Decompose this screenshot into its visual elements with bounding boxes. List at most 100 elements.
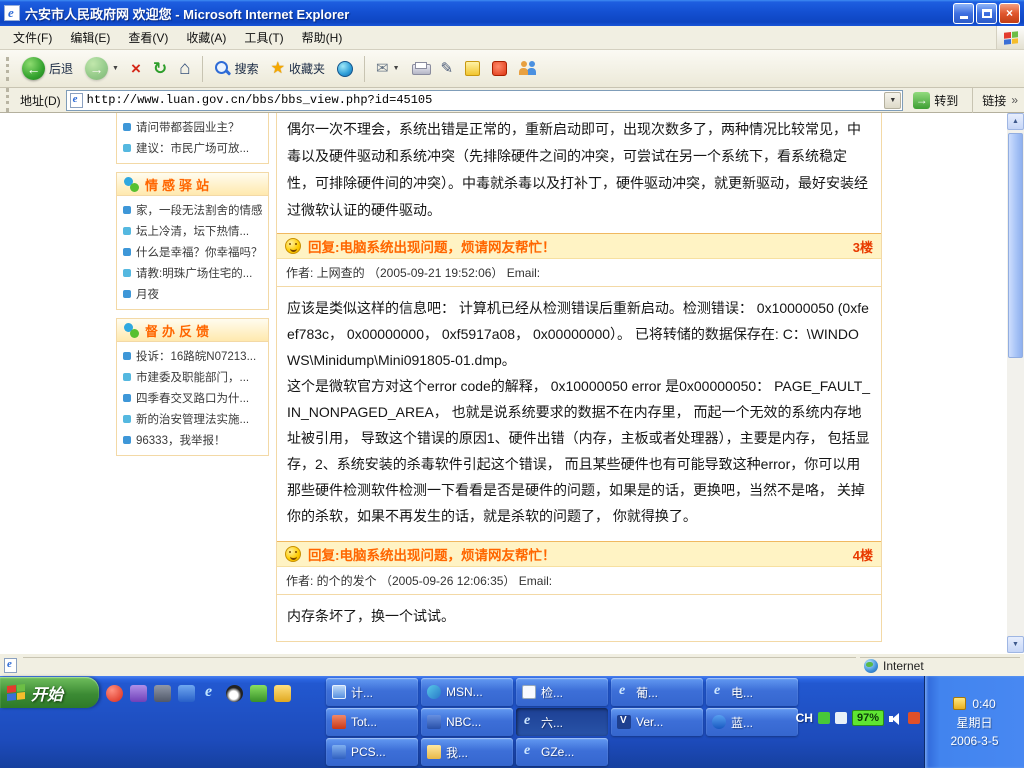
close-icon: ×: [1006, 6, 1013, 20]
quicklaunch-media-icon[interactable]: [154, 685, 171, 702]
messenger-button[interactable]: [460, 58, 485, 79]
quicklaunch-messenger-icon[interactable]: [178, 685, 195, 702]
quicklaunch-app-icon[interactable]: [130, 685, 147, 702]
scroll-up-button[interactable]: ▲: [1007, 113, 1024, 130]
mail-dropdown-icon[interactable]: ▼: [393, 65, 400, 72]
sidebar-topic-link[interactable]: 市建委及职能部门，...: [117, 366, 268, 387]
sidebar-section-feedback[interactable]: 督办反馈: [116, 318, 269, 342]
sidebar-topic-link[interactable]: 坛上冷清，坛下热情...: [117, 220, 268, 241]
home-button[interactable]: ⌂: [174, 56, 195, 81]
sidebar-topic-link[interactable]: 请问带都荟园业主？: [117, 116, 268, 137]
taskbar-button-5[interactable]: Tot...: [326, 708, 418, 736]
vertical-scrollbar[interactable]: ▲ ▼: [1007, 113, 1024, 653]
sidebar-topic-link[interactable]: 请教:明珠广场住宅的...: [117, 262, 268, 283]
topic-label: 四季春交叉路口为什...: [136, 390, 249, 406]
menu-file[interactable]: 文件(F): [4, 25, 61, 50]
clock-area[interactable]: 0:40 星期日 2006-3-5: [924, 676, 1024, 768]
favorites-button[interactable]: ★ 收藏夹: [266, 57, 330, 80]
contacts-button[interactable]: [514, 58, 543, 79]
menu-favorites[interactable]: 收藏(A): [177, 25, 235, 50]
topic-label: 建议：市民广场可放...: [136, 140, 249, 156]
addressbar-grip[interactable]: [6, 88, 11, 112]
quicklaunch-notes-icon[interactable]: [274, 685, 291, 702]
sidebar-topic-link[interactable]: 家，一段无法割舍的情感: [117, 199, 268, 220]
address-dropdown-button[interactable]: ▼: [884, 92, 901, 109]
media-button[interactable]: [332, 58, 358, 80]
search-label: 搜索: [235, 60, 259, 77]
sidebar-topic-link[interactable]: 月夜: [117, 283, 268, 304]
post-text: 偶尔一次不理会，系统出错是正常的，重新启动即可，出现次数多了，两种情况比较常见，…: [277, 113, 881, 233]
mail-button[interactable]: ✉ ▼: [371, 58, 405, 79]
taskbar-button-12[interactable]: GZe...: [516, 738, 608, 766]
sidebar-topic-link[interactable]: 投诉：16路皖N07213...: [117, 345, 268, 366]
quicklaunch-ie-icon[interactable]: [202, 685, 219, 702]
quicklaunch-phone-app-icon[interactable]: [106, 685, 123, 702]
favorites-label: 收藏夹: [289, 60, 325, 77]
address-label: 地址(D): [20, 92, 61, 109]
ie-page-icon: [522, 715, 536, 729]
minimize-button[interactable]: [953, 3, 974, 24]
menu-edit[interactable]: 编辑(E): [61, 25, 119, 50]
menu-help[interactable]: 帮助(H): [293, 25, 352, 50]
close-button[interactable]: ×: [999, 3, 1020, 24]
scrollbar-thumb[interactable]: [1008, 133, 1023, 358]
edit-pencil-icon: ✎: [441, 61, 454, 76]
quicklaunch-qq-icon[interactable]: [226, 685, 243, 702]
taskbar-button-8[interactable]: Ver...: [611, 708, 703, 736]
reply-paragraph: 应该是类似这样的信息吧： 计算机已经从检测错误后重新启动。检测错误： 0x100…: [287, 295, 871, 373]
sidebar-topic-link[interactable]: 什么是幸福？你幸福吗？: [117, 241, 268, 262]
refresh-button[interactable]: ↻: [148, 57, 172, 80]
tray-antivirus-icon[interactable]: [818, 712, 830, 724]
topic-label: 投诉：16路皖N07213...: [136, 348, 256, 364]
start-button[interactable]: 开始: [0, 677, 99, 708]
stop-button[interactable]: ×: [126, 57, 146, 80]
taskbar-button-4[interactable]: 电...: [706, 678, 798, 706]
links-chevron-icon[interactable]: »: [1011, 93, 1018, 107]
input-language-indicator[interactable]: CH: [796, 711, 813, 725]
print-button[interactable]: [407, 59, 434, 78]
tray-app-icon[interactable]: [835, 712, 847, 724]
go-label: 转到: [934, 92, 958, 109]
bullet-icon: [123, 373, 131, 381]
tray-app2-icon[interactable]: [908, 712, 920, 724]
back-button[interactable]: ← 后退: [17, 54, 78, 83]
taskbar-button-0[interactable]: 计...: [326, 678, 418, 706]
clock-weekday: 星期日: [956, 714, 992, 731]
address-input[interactable]: [87, 93, 881, 107]
go-button[interactable]: → 转到: [908, 90, 963, 111]
taskbar-button-9[interactable]: 蓝...: [706, 708, 798, 736]
maximize-button[interactable]: [976, 3, 997, 24]
forward-dropdown-icon[interactable]: ▼: [112, 65, 119, 72]
sidebar-topic-link[interactable]: 新的治安管理法实施...: [117, 408, 268, 429]
taskbar-button-6[interactable]: NBC...: [421, 708, 513, 736]
sidebar-topic-link[interactable]: 建议：市民广场可放...: [117, 137, 268, 158]
taskbar-button-11[interactable]: 我...: [421, 738, 513, 766]
quicklaunch-player-icon[interactable]: [250, 685, 267, 702]
sidebar-section-emotion[interactable]: 情感驿站: [116, 172, 269, 196]
sidebar-topic-box: 投诉：16路皖N07213... 市建委及职能部门，... 四季春交叉路口为什.…: [116, 342, 269, 456]
sidebar-topic-link[interactable]: 四季春交叉路口为什...: [117, 387, 268, 408]
menu-view[interactable]: 查看(V): [119, 25, 177, 50]
search-button[interactable]: 搜索: [209, 57, 264, 80]
scroll-down-button[interactable]: ▼: [1007, 636, 1024, 653]
reply-title: 回复:电脑系统出现问题，烦请网友帮忙！: [308, 544, 846, 564]
sidebar-topic-link[interactable]: 96333，我举报！: [117, 429, 268, 450]
battery-indicator[interactable]: 97%: [852, 710, 884, 726]
taskbar-button-2[interactable]: 检...: [516, 678, 608, 706]
taskbar-button-10[interactable]: PCS...: [326, 738, 418, 766]
taskbar-button-3[interactable]: 葡...: [611, 678, 703, 706]
forward-button[interactable]: → ▼: [80, 54, 124, 83]
links-label[interactable]: 链接: [982, 92, 1006, 109]
menu-tools[interactable]: 工具(T): [235, 25, 292, 50]
menu-bar: 文件(F) 编辑(E) 查看(V) 收藏(A) 工具(T) 帮助(H): [0, 26, 1024, 50]
taskbar-button-active[interactable]: 六...: [516, 708, 608, 736]
forum-sidebar: 请问带都荟园业主？ 建议：市民广场可放... 情感驿站 家，一段无法割舍的情感 …: [116, 113, 269, 456]
sidebar-topic-box: 请问带都荟园业主？ 建议：市民广场可放...: [116, 113, 269, 164]
volume-icon[interactable]: [889, 712, 903, 725]
chat-app-button[interactable]: [487, 58, 512, 79]
edit-button[interactable]: ✎: [436, 58, 459, 79]
red-app-icon: [332, 715, 346, 729]
toolbar-grip[interactable]: [6, 57, 11, 81]
section-title: 督办反馈: [145, 321, 213, 340]
taskbar-button-1[interactable]: MSN...: [421, 678, 513, 706]
